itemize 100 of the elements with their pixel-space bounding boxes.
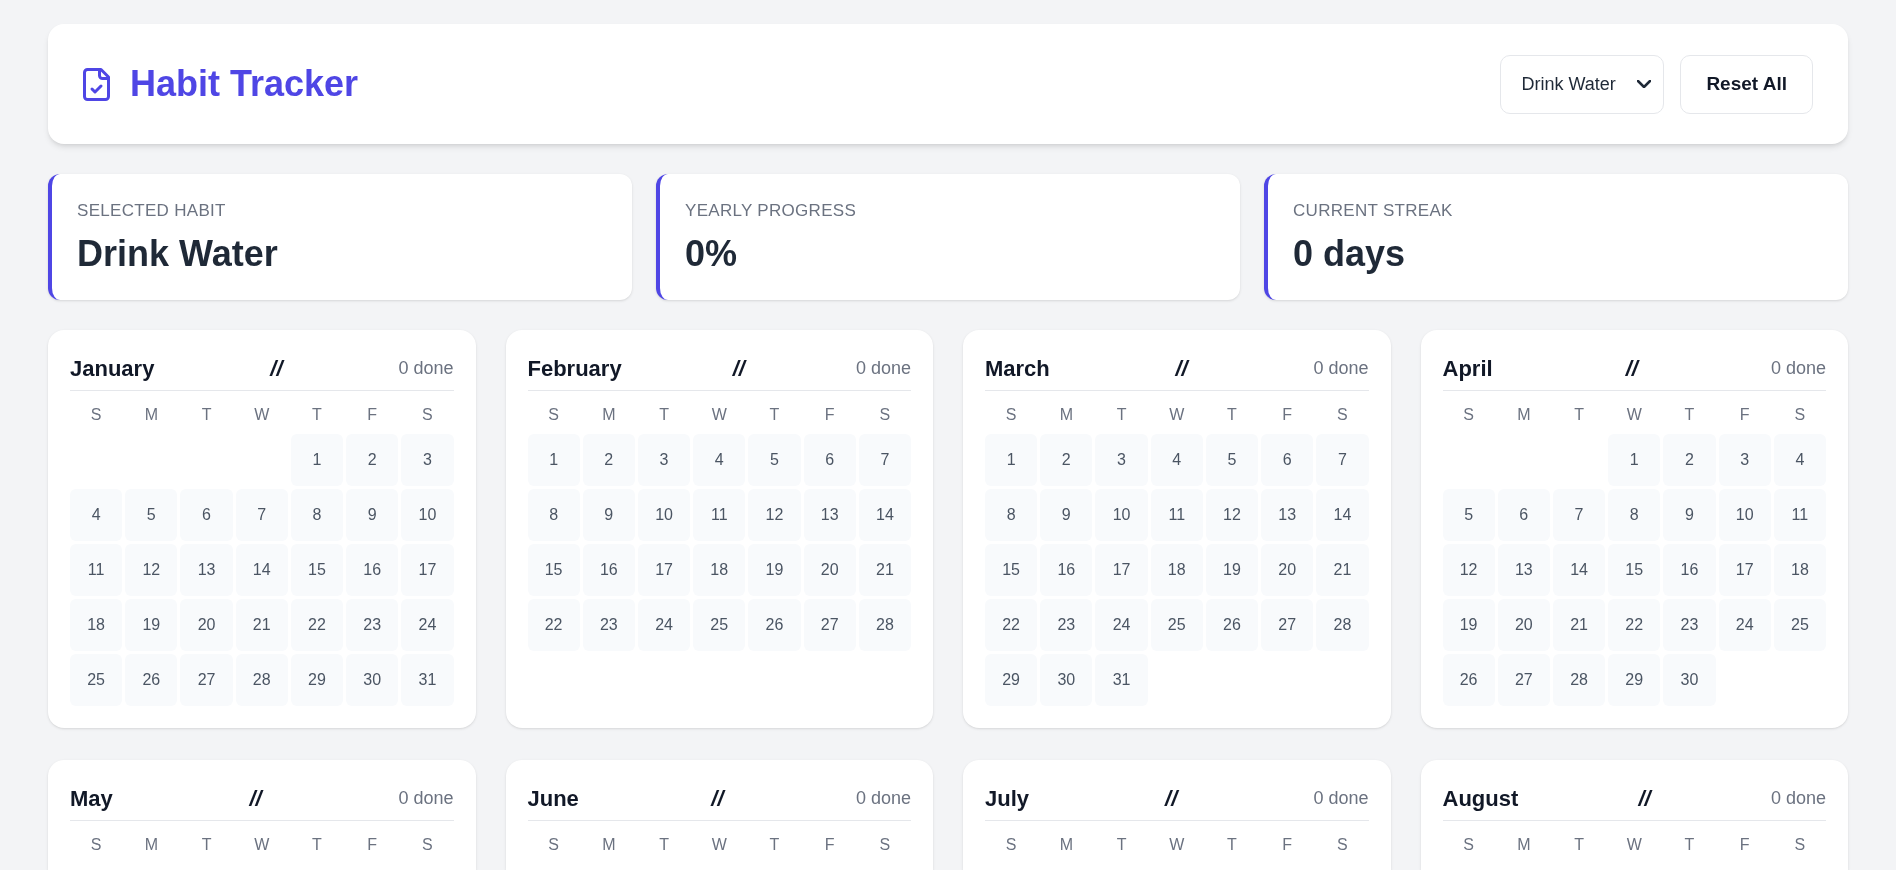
day-cell[interactable]: 2 [1040, 434, 1093, 486]
day-cell[interactable]: 14 [1552, 544, 1606, 596]
reset-button[interactable]: Reset All [1680, 54, 1813, 114]
day-cell[interactable]: 15 [527, 544, 580, 596]
day-cell[interactable]: 23 [1040, 599, 1093, 651]
day-cell[interactable]: 17 [1718, 544, 1771, 596]
day-cell[interactable]: 26 [748, 599, 801, 651]
day-cell[interactable]: 3 [1095, 434, 1148, 486]
day-cell[interactable]: 4 [70, 489, 123, 541]
day-cell[interactable]: 8 [527, 489, 580, 541]
day-cell[interactable]: 24 [1718, 599, 1771, 651]
day-cell[interactable]: 11 [693, 489, 746, 541]
day-cell[interactable]: 31 [1095, 654, 1148, 706]
day-cell[interactable]: 19 [748, 544, 801, 596]
day-cell[interactable]: 24 [1095, 599, 1148, 651]
day-cell[interactable]: 28 [1552, 654, 1606, 706]
day-cell[interactable]: 19 [1205, 544, 1259, 596]
day-cell[interactable]: 27 [803, 599, 856, 651]
day-cell[interactable]: 14 [1316, 489, 1369, 541]
day-cell[interactable]: 29 [290, 654, 344, 706]
day-cell[interactable]: 1 [527, 434, 580, 486]
day-cell[interactable]: 7 [858, 434, 911, 486]
day-cell[interactable]: 16 [346, 544, 399, 596]
day-cell[interactable]: 10 [1718, 489, 1771, 541]
day-cell[interactable]: 2 [346, 434, 399, 486]
day-cell[interactable]: 24 [401, 599, 454, 651]
day-cell[interactable]: 9 [1663, 489, 1716, 541]
day-cell[interactable]: 7 [235, 489, 288, 541]
day-cell[interactable]: 20 [1497, 599, 1550, 651]
day-cell[interactable]: 8 [985, 489, 1038, 541]
day-cell[interactable]: 30 [1663, 654, 1716, 706]
day-cell[interactable]: 25 [1773, 599, 1826, 651]
day-cell[interactable]: 27 [1261, 599, 1314, 651]
day-cell[interactable]: 21 [1316, 544, 1369, 596]
day-cell[interactable]: 20 [1261, 544, 1314, 596]
day-cell[interactable]: 28 [235, 654, 288, 706]
day-cell[interactable]: 2 [582, 434, 635, 486]
day-cell[interactable]: 27 [1497, 654, 1550, 706]
day-cell[interactable]: 16 [1040, 544, 1093, 596]
day-cell[interactable]: 26 [1442, 654, 1495, 706]
day-cell[interactable]: 22 [1608, 599, 1661, 651]
day-cell[interactable]: 5 [125, 489, 178, 541]
day-cell[interactable]: 6 [1261, 434, 1314, 486]
day-cell[interactable]: 10 [637, 489, 691, 541]
day-cell[interactable]: 14 [235, 544, 288, 596]
day-cell[interactable]: 25 [693, 599, 746, 651]
day-cell[interactable]: 5 [1442, 489, 1495, 541]
day-cell[interactable]: 8 [290, 489, 344, 541]
day-cell[interactable]: 21 [235, 599, 288, 651]
day-cell[interactable]: 13 [1497, 544, 1550, 596]
day-cell[interactable]: 11 [1150, 489, 1203, 541]
day-cell[interactable]: 3 [637, 434, 691, 486]
day-cell[interactable]: 18 [1773, 544, 1826, 596]
day-cell[interactable]: 25 [70, 654, 123, 706]
day-cell[interactable]: 17 [637, 544, 691, 596]
day-cell[interactable]: 5 [1205, 434, 1259, 486]
day-cell[interactable]: 26 [1205, 599, 1259, 651]
day-cell[interactable]: 20 [803, 544, 856, 596]
day-cell[interactable]: 9 [1040, 489, 1093, 541]
day-cell[interactable]: 3 [401, 434, 454, 486]
day-cell[interactable]: 8 [1608, 489, 1661, 541]
day-cell[interactable]: 13 [180, 544, 233, 596]
day-cell[interactable]: 4 [1150, 434, 1203, 486]
day-cell[interactable]: 20 [180, 599, 233, 651]
day-cell[interactable]: 29 [1608, 654, 1661, 706]
day-cell[interactable]: 22 [290, 599, 344, 651]
day-cell[interactable]: 6 [803, 434, 856, 486]
day-cell[interactable]: 9 [582, 489, 635, 541]
habit-select[interactable]: Drink Water [1500, 54, 1665, 114]
day-cell[interactable]: 28 [1316, 599, 1369, 651]
day-cell[interactable]: 28 [858, 599, 911, 651]
day-cell[interactable]: 17 [1095, 544, 1148, 596]
day-cell[interactable]: 10 [401, 489, 454, 541]
day-cell[interactable]: 23 [346, 599, 399, 651]
day-cell[interactable]: 12 [1205, 489, 1259, 541]
day-cell[interactable]: 2 [1663, 434, 1716, 486]
day-cell[interactable]: 16 [582, 544, 635, 596]
day-cell[interactable]: 14 [858, 489, 911, 541]
day-cell[interactable]: 30 [1040, 654, 1093, 706]
day-cell[interactable]: 4 [1773, 434, 1826, 486]
day-cell[interactable]: 1 [985, 434, 1038, 486]
day-cell[interactable]: 9 [346, 489, 399, 541]
day-cell[interactable]: 24 [637, 599, 691, 651]
day-cell[interactable]: 12 [748, 489, 801, 541]
day-cell[interactable]: 29 [985, 654, 1038, 706]
day-cell[interactable]: 11 [1773, 489, 1826, 541]
day-cell[interactable]: 18 [70, 599, 123, 651]
day-cell[interactable]: 31 [401, 654, 454, 706]
day-cell[interactable]: 19 [1442, 599, 1495, 651]
day-cell[interactable]: 30 [346, 654, 399, 706]
day-cell[interactable]: 13 [803, 489, 856, 541]
day-cell[interactable]: 11 [70, 544, 123, 596]
day-cell[interactable]: 1 [1608, 434, 1661, 486]
day-cell[interactable]: 3 [1718, 434, 1771, 486]
day-cell[interactable]: 21 [1552, 599, 1606, 651]
day-cell[interactable]: 23 [582, 599, 635, 651]
day-cell[interactable]: 26 [125, 654, 178, 706]
day-cell[interactable]: 6 [180, 489, 233, 541]
day-cell[interactable]: 15 [290, 544, 344, 596]
day-cell[interactable]: 12 [125, 544, 178, 596]
